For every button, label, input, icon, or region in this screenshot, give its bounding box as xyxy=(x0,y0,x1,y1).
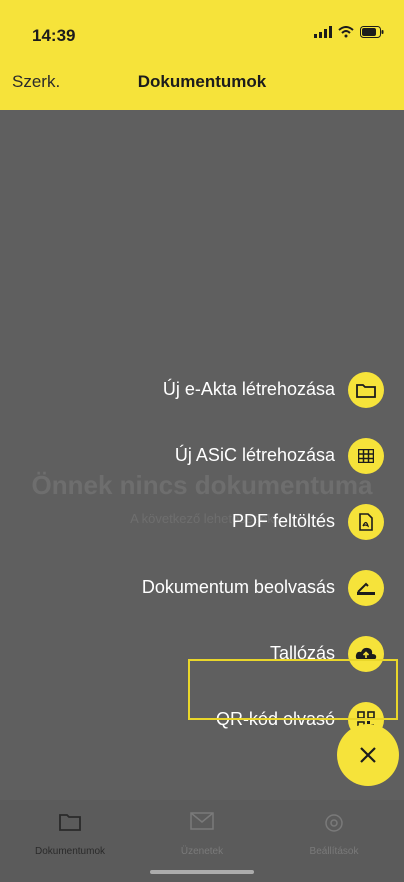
close-menu-button[interactable] xyxy=(337,724,399,786)
status-time: 14:39 xyxy=(32,26,76,45)
tab-label: Beállítások xyxy=(309,846,359,857)
grid-icon xyxy=(348,437,384,474)
tab-messages[interactable]: Üzenetek xyxy=(142,800,262,860)
battery-icon xyxy=(360,26,384,38)
qr-reader-highlight xyxy=(188,659,398,720)
menu-item-label: PDF feltöltés xyxy=(231,511,335,531)
folder-icon xyxy=(348,371,384,408)
menu-item-new-asic[interactable]: Új ASiC létrehozása xyxy=(4,432,384,479)
tab-documents[interactable]: Dokumentumok xyxy=(10,800,130,860)
menu-item-label: Új e-Akta létrehozása xyxy=(162,379,335,399)
scanner-icon xyxy=(348,569,384,606)
home-indicator xyxy=(150,870,254,874)
page-title: Dokumentumok xyxy=(137,72,267,91)
wifi-icon xyxy=(338,26,354,38)
status-icons xyxy=(314,26,384,38)
gear-icon xyxy=(325,814,343,832)
folder-icon xyxy=(59,814,81,831)
menu-item-label: Dokumentum beolvasás xyxy=(141,577,335,597)
tab-settings[interactable]: Beállítások xyxy=(274,800,394,860)
signal-icon xyxy=(314,26,332,38)
menu-item-pdf-upload[interactable]: PDF feltöltés xyxy=(4,498,384,545)
mail-icon xyxy=(190,812,214,830)
app-header: 14:39 Szerk. Dokumentumok xyxy=(0,0,404,110)
tab-label: Dokumentumok xyxy=(34,846,106,857)
close-icon xyxy=(360,747,376,763)
tab-label: Üzenetek xyxy=(180,846,224,857)
menu-item-label: Új ASiC létrehozása xyxy=(174,445,335,465)
menu-item-scan-document[interactable]: Dokumentum beolvasás xyxy=(4,564,384,611)
menu-item-new-eakta[interactable]: Új e-Akta létrehozása xyxy=(4,366,384,413)
pdf-icon xyxy=(348,503,384,540)
